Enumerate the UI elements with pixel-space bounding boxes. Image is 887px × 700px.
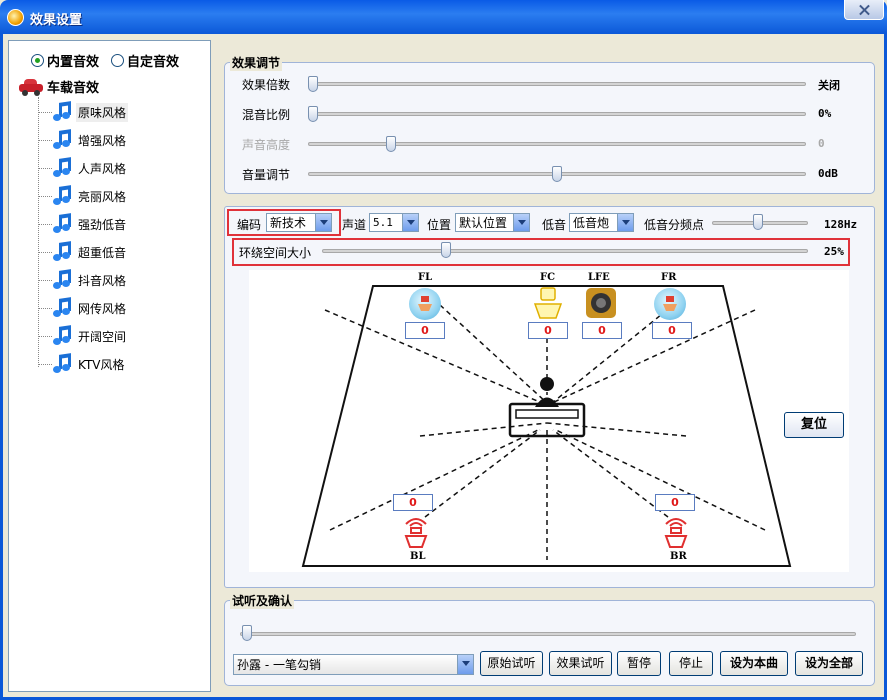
speaker-bl-icon[interactable] [402,514,430,548]
audition-button[interactable]: 设为全部 [795,651,863,676]
audition-button[interactable]: 原始试听 [480,651,543,676]
speaker-bl-label: BL [410,551,426,562]
speaker-fl-label: FL [418,272,433,283]
speaker-br-icon[interactable] [662,514,690,548]
speaker-lfe-value[interactable]: 0 [582,322,622,339]
speaker-fr-value[interactable]: 0 [652,322,692,339]
speaker-fr-label: FR [661,272,677,283]
speaker-fl-glyph [418,296,432,311]
audition-button[interactable]: 设为本曲 [720,651,788,676]
speaker-br-label: BR [670,551,687,562]
reset-button[interactable]: 复位 [784,412,844,438]
sound-rays [324,304,766,560]
speaker-bl-value[interactable]: 0 [393,494,433,511]
song-select-value: 孙露 - 一笔勾销 [237,658,321,672]
audition-button[interactable]: 暂停 [617,651,661,676]
stage-diagram [301,285,792,567]
chevron-down-icon [457,655,473,674]
playback-progress-track[interactable] [240,632,856,636]
audition-button[interactable]: 停止 [669,651,713,676]
speaker-fl-value[interactable]: 0 [405,322,445,339]
audition-group-title: 试听及确认 [230,592,295,609]
playback-progress-thumb[interactable] [242,625,252,641]
speaker-fr-glyph [663,296,677,311]
speaker-lfe-icon[interactable] [585,287,617,319]
speaker-fc-label: FC [540,272,556,283]
speaker-fc-icon[interactable] [533,287,563,321]
speaker-lfe-label: LFE [588,272,610,283]
speaker-fc-value[interactable]: 0 [528,322,568,339]
speaker-br-value[interactable]: 0 [655,494,695,511]
audition-button[interactable]: 效果试听 [549,651,612,676]
song-select[interactable]: 孙露 - 一笔勾销 [233,654,474,675]
